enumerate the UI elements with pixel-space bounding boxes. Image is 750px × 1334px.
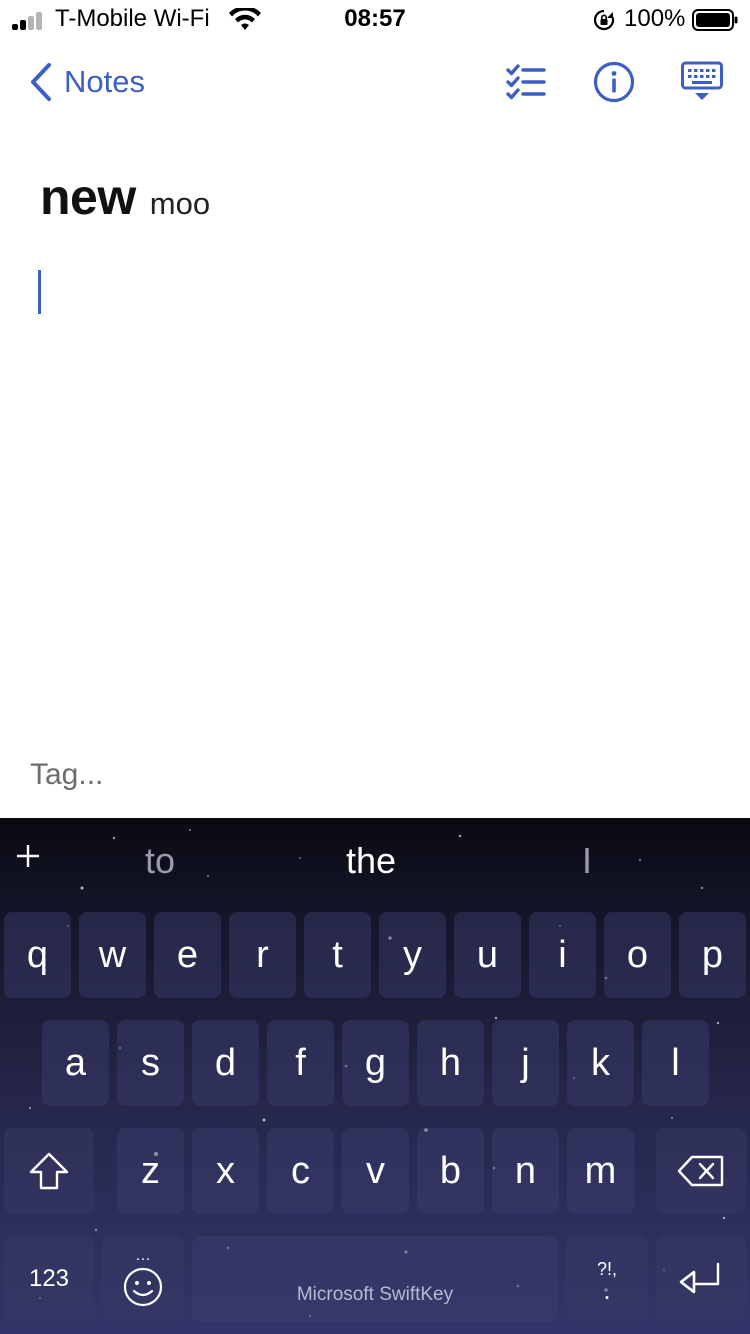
key-w[interactable]: w [79, 912, 146, 998]
shift-icon [29, 1152, 69, 1190]
suggestion-bar: to the I [0, 818, 750, 906]
key-a[interactable]: a [42, 1020, 109, 1106]
suggestion-1[interactable]: to [145, 840, 175, 882]
key-n[interactable]: n [492, 1128, 559, 1214]
back-button[interactable]: Notes [28, 60, 145, 104]
key-g[interactable]: g [342, 1020, 409, 1106]
key-r[interactable]: r [229, 912, 296, 998]
key-q[interactable]: q [4, 912, 71, 998]
note-title: new [40, 169, 136, 225]
key-x[interactable]: x [192, 1128, 259, 1214]
key-s[interactable]: s [117, 1020, 184, 1106]
note-body-editor[interactable] [30, 250, 720, 710]
key-m[interactable]: m [567, 1128, 634, 1214]
battery-icon [692, 9, 738, 31]
punctuation-key[interactable]: ?!, . [566, 1236, 648, 1322]
emoji-more-indicator: … [135, 1247, 151, 1264]
key-k[interactable]: k [567, 1020, 634, 1106]
chevron-left-icon [31, 63, 51, 101]
checklist-icon[interactable] [504, 60, 548, 104]
key-h[interactable]: h [417, 1020, 484, 1106]
return-key[interactable] [656, 1236, 746, 1322]
rotation-lock-icon [593, 9, 615, 31]
battery-percent: 100% [624, 5, 686, 32]
return-icon [679, 1262, 720, 1294]
status-bar: T-Mobile Wi-Fi 08:57 100% [0, 0, 750, 40]
text-cursor [38, 270, 41, 314]
info-icon[interactable] [592, 60, 636, 104]
emoji-key[interactable]: … [102, 1236, 184, 1322]
key-o[interactable]: o [604, 912, 671, 998]
backspace-key[interactable] [656, 1128, 746, 1214]
punct-bottom-label: . [603, 1274, 611, 1305]
backspace-icon [677, 1155, 724, 1187]
numbers-key[interactable]: 123 [4, 1236, 94, 1322]
key-v[interactable]: v [342, 1128, 409, 1214]
suggestion-2[interactable]: the [346, 840, 396, 882]
key-t[interactable]: t [304, 912, 371, 998]
key-p[interactable]: p [679, 912, 746, 998]
note-heading[interactable]: new moo [40, 168, 210, 226]
keyboard: to the I q w e r t y u i o p a s d f g h… [0, 818, 750, 1334]
plus-icon[interactable] [14, 842, 42, 870]
key-b[interactable]: b [417, 1128, 484, 1214]
smiley-icon [123, 1267, 163, 1307]
note-subtitle: moo [149, 186, 211, 221]
back-label: Notes [64, 64, 145, 99]
key-l[interactable]: l [642, 1020, 709, 1106]
key-f[interactable]: f [267, 1020, 334, 1106]
shift-key[interactable] [4, 1128, 94, 1214]
suggestion-3[interactable]: I [582, 840, 592, 882]
key-i[interactable]: i [529, 912, 596, 998]
tag-input[interactable] [30, 752, 720, 798]
key-d[interactable]: d [192, 1020, 259, 1106]
space-key[interactable]: Microsoft SwiftKey [192, 1236, 558, 1322]
nav-bar: Notes [0, 50, 750, 114]
key-u[interactable]: u [454, 912, 521, 998]
key-z[interactable]: z [117, 1128, 184, 1214]
key-y[interactable]: y [379, 912, 446, 998]
keyboard-hide-icon[interactable] [680, 60, 724, 104]
key-j[interactable]: j [492, 1020, 559, 1106]
key-e[interactable]: e [154, 912, 221, 998]
key-c[interactable]: c [267, 1128, 334, 1214]
